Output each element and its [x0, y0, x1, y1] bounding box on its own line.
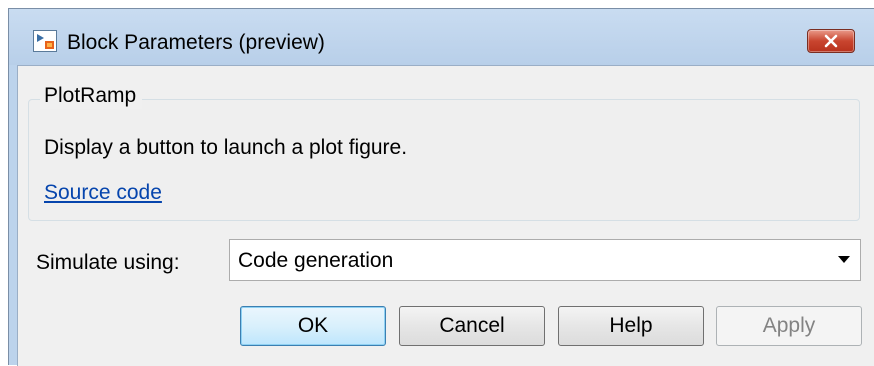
simulate-using-label: Simulate using:: [36, 251, 180, 274]
source-code-link[interactable]: Source code: [44, 180, 162, 206]
simulink-block-icon: [33, 30, 57, 52]
simulate-using-value: Code generation: [238, 249, 394, 272]
close-button[interactable]: [807, 29, 855, 53]
chevron-down-icon: [838, 256, 850, 263]
dialog-body: PlotRamp Display a button to launch a pl…: [17, 65, 874, 366]
title-bar[interactable]: Block Parameters (preview): [9, 9, 874, 65]
apply-button[interactable]: Apply: [716, 306, 862, 346]
block-parameters-dialog: Block Parameters (preview) PlotRamp Disp…: [8, 8, 874, 366]
cancel-button[interactable]: Cancel: [399, 306, 545, 346]
block-name-label: PlotRamp: [40, 83, 143, 109]
close-icon: [824, 34, 838, 48]
ok-button[interactable]: OK: [240, 306, 386, 346]
window-title: Block Parameters (preview): [67, 31, 325, 54]
simulate-using-dropdown[interactable]: Code generation: [229, 239, 861, 281]
help-button[interactable]: Help: [558, 306, 704, 346]
block-description: Display a button to launch a plot figure…: [44, 136, 408, 159]
